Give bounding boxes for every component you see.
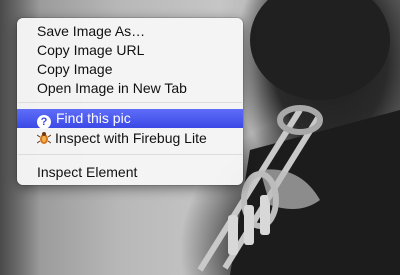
menu-item-label: Copy Image URL [37,42,145,58]
menu-item-label: Open Image in New Tab [37,80,187,96]
menu-item-copy-image[interactable]: Copy Image [17,60,243,79]
menu-item-inspect-firebug-lite[interactable]: Inspect with Firebug Lite [17,129,243,148]
menu-item-label: Inspect with Firebug Lite [55,130,207,146]
menu-item-label: Copy Image [37,61,113,77]
image-context-menu: Save Image As… Copy Image URL Copy Image… [17,18,243,185]
menu-item-label: Inspect Element [37,164,138,180]
menu-item-find-this-pic[interactable]: ? Find this pic [17,109,243,129]
question-mark-icon: ? [37,115,51,129]
firebug-icon [36,131,52,145]
menu-item-save-image-as[interactable]: Save Image As… [17,22,243,41]
menu-item-copy-image-url[interactable]: Copy Image URL [17,41,243,60]
menu-separator [18,102,242,103]
menu-item-open-image-new-tab[interactable]: Open Image in New Tab [17,79,243,98]
menu-item-label: Save Image As… [37,23,146,39]
menu-item-inspect-element[interactable]: Inspect Element [17,163,243,182]
menu-item-label: Find this pic [56,110,131,126]
menu-separator [18,154,242,155]
